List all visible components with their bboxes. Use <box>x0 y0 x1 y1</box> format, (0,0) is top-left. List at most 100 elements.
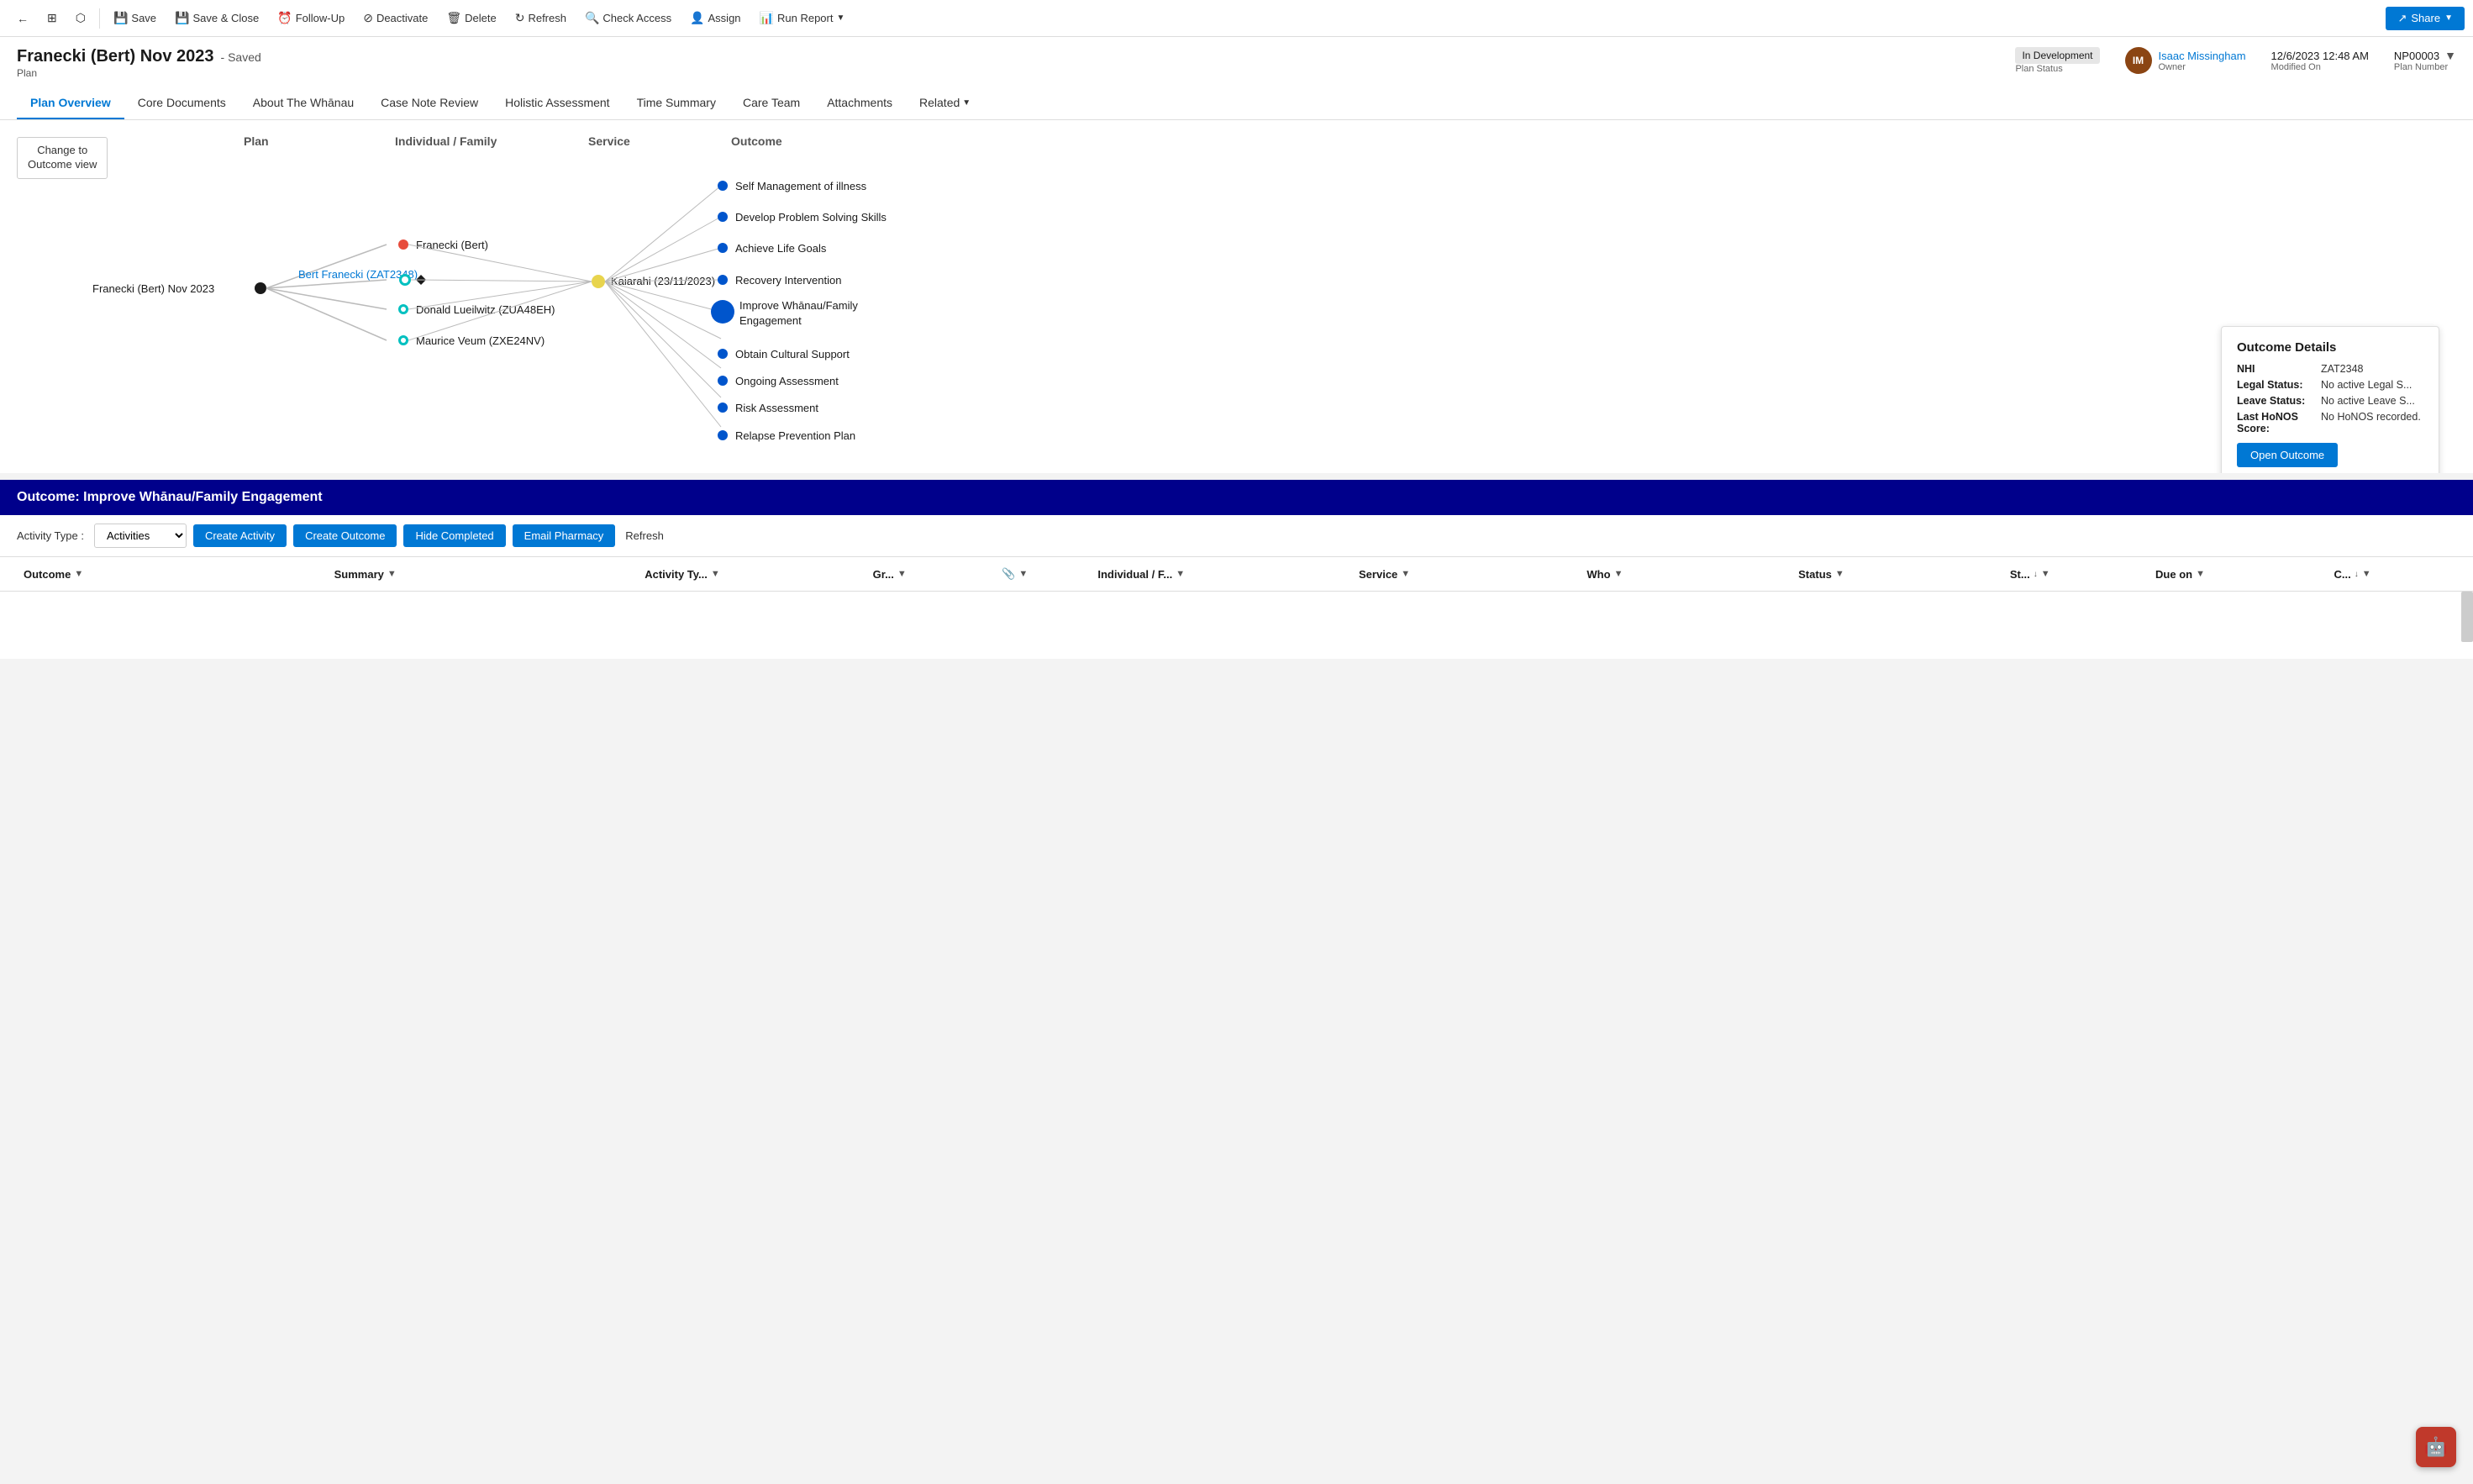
outcome-details-popup: Outcome Details NHI ZAT2348 Legal Status… <box>2221 326 2439 473</box>
th-service[interactable]: Service ▼ <box>1352 565 1580 584</box>
outcome-label-4: Recovery Intervention <box>735 274 841 287</box>
scrollbar[interactable] <box>2461 592 2473 642</box>
outcome-dot-2 <box>718 212 728 222</box>
outcome-dot-3 <box>718 243 728 253</box>
attach-filter-icon[interactable]: ▼ <box>1018 569 1028 579</box>
th-acttype[interactable]: Activity Ty... ▼ <box>638 565 866 584</box>
check-access-button[interactable]: 🔍 Check Access <box>576 7 680 29</box>
divider-1 <box>99 8 100 29</box>
st-filter-icon[interactable]: ▼ <box>2041 569 2050 579</box>
individual-filter-icon[interactable]: ▼ <box>1176 569 1185 579</box>
tab-plan-overview[interactable]: Plan Overview <box>17 87 124 119</box>
open-outcome-button[interactable]: Open Outcome <box>2237 443 2338 467</box>
th-attach[interactable]: 📎 ▼ <box>995 564 1091 584</box>
th-st[interactable]: St... ↓ ▼ <box>2003 565 2149 584</box>
col-plan-label: Plan <box>244 134 269 148</box>
save-label: Save <box>131 12 156 24</box>
th-gr-label: Gr... <box>873 568 894 581</box>
th-dueon[interactable]: Due on ▼ <box>2149 565 2327 584</box>
share-button[interactable]: ↗ Share ▼ <box>2386 7 2465 30</box>
outcome-label-7: Ongoing Assessment <box>735 375 839 387</box>
th-who[interactable]: Who ▼ <box>1580 565 1792 584</box>
th-outcome[interactable]: Outcome ▼ <box>17 565 328 584</box>
popout-icon: ⬡ <box>76 11 86 25</box>
th-acttype-label: Activity Ty... <box>645 568 708 581</box>
back-button[interactable]: ← <box>8 8 37 29</box>
deactivate-button[interactable]: ⊘ Deactivate <box>355 7 436 29</box>
tab-about-whanau[interactable]: About The Whānau <box>239 87 367 119</box>
create-activity-button[interactable]: Create Activity <box>193 524 287 547</box>
plan-node-label: Franecki (Bert) Nov 2023 <box>92 282 214 295</box>
col-individual-label: Individual / Family <box>395 134 497 148</box>
tab-care-team[interactable]: Care Team <box>729 87 813 119</box>
email-pharmacy-button[interactable]: Email Pharmacy <box>513 524 616 547</box>
activity-type-select[interactable]: Activities <box>94 524 187 548</box>
tab-attachments[interactable]: Attachments <box>813 87 906 119</box>
st-sort-icon[interactable]: ↓ <box>2034 570 2038 579</box>
th-status[interactable]: Status ▼ <box>1792 565 2003 584</box>
outcome-label-1: Self Management of illness <box>735 180 867 192</box>
outcome-dot-4 <box>718 275 728 285</box>
follow-up-button[interactable]: ⏰ Follow-Up <box>269 7 353 29</box>
modified-on-meta: 12/6/2023 12:48 AM Modified On <box>2271 50 2369 72</box>
tab-case-note-review[interactable]: Case Note Review <box>367 87 492 119</box>
who-filter-icon[interactable]: ▼ <box>1614 569 1623 579</box>
popup-nhi-label: NHI <box>2237 363 2321 375</box>
back-icon: ← <box>17 12 29 25</box>
popout-button[interactable]: ⬡ <box>67 7 94 29</box>
activity-toolbar: Activity Type : Activities Create Activi… <box>0 515 2473 557</box>
outcome-label-5a: Improve Whānau/Family <box>739 299 858 312</box>
outcome-label-5b: Engagement <box>739 314 802 327</box>
gr-filter-icon[interactable]: ▼ <box>897 569 907 579</box>
save-button[interactable]: 💾 Save <box>105 7 165 29</box>
tab-core-documents[interactable]: Core Documents <box>124 87 239 119</box>
related-chevron-icon: ▼ <box>962 98 971 108</box>
check-access-label: Check Access <box>602 12 671 24</box>
plan-number-chevron[interactable]: ▼ <box>2444 49 2456 62</box>
main-toolbar: ← ⊞ ⬡ 💾 Save 💾 Save & Close ⏰ Follow-Up … <box>0 0 2473 37</box>
plan-number-value: NP00003 <box>2394 50 2439 62</box>
th-outcome-label: Outcome <box>24 568 71 581</box>
outcome-dot-1 <box>718 181 728 191</box>
record-title: Franecki (Bert) Nov 2023 <box>17 47 214 66</box>
th-individual[interactable]: Individual / F... ▼ <box>1091 565 1352 584</box>
refresh-link[interactable]: Refresh <box>625 529 664 542</box>
th-st-label: St... <box>2010 568 2030 581</box>
th-c[interactable]: C... ↓ ▼ <box>2327 565 2456 584</box>
deactivate-icon: ⊘ <box>363 11 373 25</box>
c-sort-icon[interactable]: ↓ <box>2355 570 2359 579</box>
table-body <box>0 592 2473 659</box>
acttype-filter-icon[interactable]: ▼ <box>711 569 720 579</box>
delete-button[interactable]: 🗑 Delete <box>438 7 504 29</box>
run-report-button[interactable]: 📊 Run Report ▼ <box>751 7 854 29</box>
tab-holistic-assessment[interactable]: Holistic Assessment <box>492 87 623 119</box>
c-filter-icon[interactable]: ▼ <box>2362 569 2371 579</box>
outcome-dot-6 <box>718 349 728 359</box>
status-filter-icon[interactable]: ▼ <box>1835 569 1844 579</box>
assign-button[interactable]: 👤 Assign <box>681 7 749 29</box>
service-filter-icon[interactable]: ▼ <box>1401 569 1410 579</box>
service-node-dot <box>592 275 605 288</box>
run-report-icon: 📊 <box>760 11 774 25</box>
outcome-filter-icon[interactable]: ▼ <box>74 569 83 579</box>
th-summary-label: Summary <box>334 568 384 581</box>
dueon-filter-icon[interactable]: ▼ <box>2196 569 2205 579</box>
save-close-button[interactable]: 💾 Save & Close <box>166 7 267 29</box>
list-icon: ⊞ <box>47 11 57 25</box>
chatbot-button[interactable]: 🤖 <box>2416 1427 2456 1467</box>
th-service-label: Service <box>1359 568 1397 581</box>
hide-completed-button[interactable]: Hide Completed <box>403 524 505 547</box>
th-summary[interactable]: Summary ▼ <box>328 565 639 584</box>
modified-label: Modified On <box>2271 62 2369 72</box>
summary-filter-icon[interactable]: ▼ <box>387 569 397 579</box>
create-outcome-button[interactable]: Create Outcome <box>293 524 397 547</box>
main-content: Change toOutcome view Plan Individual / … <box>0 120 2473 659</box>
individual-label-1: Franecki (Bert) <box>416 239 488 251</box>
refresh-button[interactable]: ↻ Refresh <box>507 7 575 29</box>
owner-info: Isaac Missingham Owner <box>2159 50 2246 72</box>
tab-related[interactable]: Related ▼ <box>906 87 984 119</box>
list-view-button[interactable]: ⊞ <box>39 7 66 29</box>
th-gr[interactable]: Gr... ▼ <box>866 565 996 584</box>
tab-time-summary[interactable]: Time Summary <box>624 87 729 119</box>
owner-name[interactable]: Isaac Missingham <box>2159 50 2246 62</box>
